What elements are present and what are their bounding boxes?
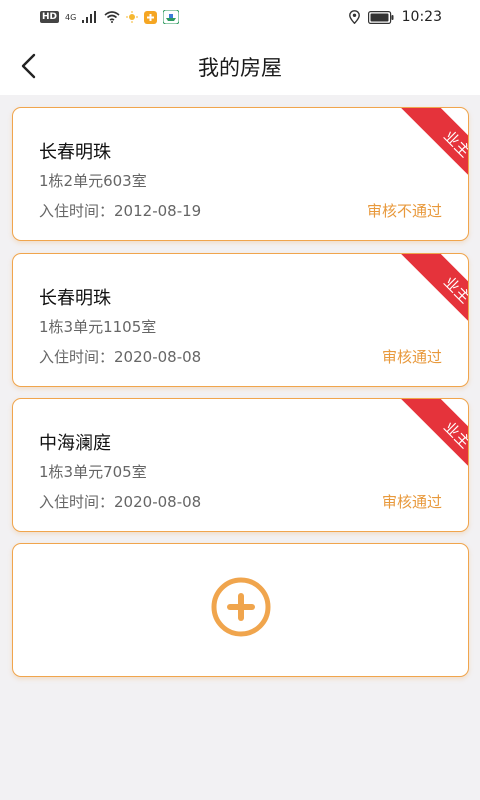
role-ribbon: 业主 [378,399,468,489]
signal-icon [82,11,97,23]
house-card[interactable]: 长春明珠 1栋3单元1105室 入住时间：2020-08-08 审核通过 业主 [12,253,469,387]
status-right: 10:23 [348,9,442,25]
move-in-value: 2012-08-19 [114,202,202,220]
clock: 10:23 [401,9,442,25]
sun-icon [126,11,139,23]
unit-address: 1栋2单元603室 [39,172,147,190]
move-in-date: 入住时间：2020-08-08 [39,346,201,367]
page-title: 我的房屋 [198,56,282,80]
wifi-icon [104,11,120,23]
move-in-value: 2020-08-08 [114,348,202,366]
move-in-date: 入住时间：2020-08-08 [39,491,201,512]
plus-circle-icon [211,577,271,637]
role-label: 业主 [401,254,468,344]
house-card[interactable]: 长春明珠 1栋2单元603室 入住时间：2012-08-19 审核不通过 业主 [12,107,469,241]
role-label: 业主 [401,108,468,198]
role-label: 业主 [401,399,468,489]
community-name: 长春明珠 [39,288,111,309]
add-house-button[interactable] [12,543,469,677]
status-bar: HD 4G 10:23 [0,0,480,36]
move-in-label: 入住时间： [39,348,115,366]
move-in-label: 入住时间： [39,493,115,511]
review-status: 审核不通过 [366,202,442,220]
location-icon [348,10,360,24]
role-ribbon: 业主 [378,254,468,344]
move-in-value: 2020-08-08 [114,493,202,511]
review-status: 审核通过 [381,348,442,366]
move-in-date: 入住时间：2012-08-19 [39,200,201,221]
move-in-label: 入住时间： [39,202,115,220]
ship-app-icon [163,10,180,24]
unit-address: 1栋3单元705室 [39,463,147,481]
battery-icon [367,10,394,24]
status-left: HD 4G [40,10,180,24]
network-type: 4G [65,12,77,22]
unit-address: 1栋3单元1105室 [39,318,157,336]
app-notification-icon [144,10,158,24]
review-status: 审核通过 [381,493,442,511]
community-name: 中海澜庭 [39,433,111,454]
top-bar: HD 4G 10:23 我的房屋 [0,0,480,95]
community-name: 长春明珠 [39,142,111,163]
house-card[interactable]: 中海澜庭 1栋3单元705室 入住时间：2020-08-08 审核通过 业主 [12,398,469,532]
role-ribbon: 业主 [378,108,468,198]
hd-badge: HD [40,11,60,23]
